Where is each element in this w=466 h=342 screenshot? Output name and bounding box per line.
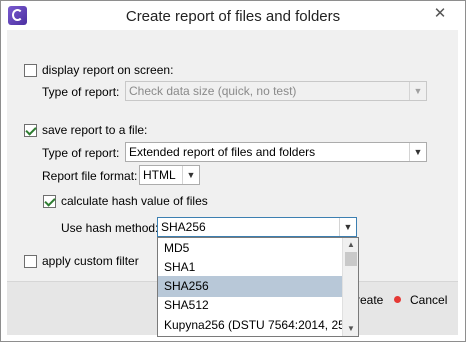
dropdown-option-sha1[interactable]: SHA1 (158, 257, 342, 278)
screen-report-type-select: Check data size (quick, no test) ▼ (125, 81, 427, 101)
custom-filter-option[interactable]: apply custom filter (24, 254, 139, 268)
dialog-title: Create report of files and folders (125, 8, 341, 25)
display-on-screen-checkbox[interactable] (24, 63, 37, 77)
file-format-label: Report file format: (42, 169, 138, 183)
scroll-down-icon[interactable]: ▼ (343, 322, 358, 336)
calculate-hash-option[interactable]: calculate hash value of files (43, 194, 208, 208)
calculate-hash-checkbox[interactable] (43, 194, 56, 208)
calculate-hash-label: calculate hash value of files (61, 194, 208, 208)
custom-filter-checkbox[interactable] (24, 254, 37, 268)
title-bar: Create report of files and folders ✕ (1, 1, 465, 31)
chevron-down-icon[interactable]: ▼ (339, 218, 356, 236)
display-on-screen-option[interactable]: display report on screen: (24, 63, 173, 77)
save-to-file-label: save report to a file: (42, 123, 148, 137)
display-on-screen-label: display report on screen: (42, 63, 174, 77)
screen-report-type-value: Check data size (quick, no test) (129, 84, 297, 98)
red-dot-icon (394, 296, 401, 303)
hash-method-value: SHA256 (161, 220, 206, 234)
dropdown-option-sha512[interactable]: SHA512 (158, 295, 342, 316)
scroll-thumb[interactable] (345, 252, 357, 266)
hash-method-select[interactable]: SHA256 ▼ (157, 217, 357, 237)
chevron-down-icon[interactable]: ▼ (409, 143, 426, 161)
cancel-button[interactable]: Cancel (410, 293, 447, 307)
scroll-up-icon[interactable]: ▲ (343, 238, 358, 252)
custom-filter-label: apply custom filter (42, 254, 139, 268)
file-report-type-value: Extended report of files and folders (129, 145, 316, 159)
create-button[interactable]: reate (356, 293, 383, 307)
screen-report-type-label: Type of report: (42, 85, 120, 99)
save-to-file-option[interactable]: save report to a file: (24, 123, 147, 137)
file-format-select[interactable]: HTML ▼ (139, 165, 200, 185)
dropdown-option-kupyna256[interactable]: Kupyna256 (DSTU 7564:2014, 25... (158, 315, 342, 336)
dropdown-option-sha256[interactable]: SHA256 (158, 276, 342, 297)
hash-method-label: Use hash method: (61, 221, 159, 235)
chevron-down-icon[interactable]: ▼ (182, 166, 199, 184)
dropdown-option-md5[interactable]: MD5 (158, 238, 342, 259)
chevron-down-icon: ▼ (409, 82, 426, 100)
file-format-value: HTML (143, 168, 176, 182)
dropdown-scrollbar[interactable]: ▲ ▼ (342, 238, 358, 336)
save-to-file-checkbox[interactable] (24, 123, 37, 137)
hash-method-dropdown[interactable]: MD5 SHA1 SHA256 SHA512 Kupyna256 (DSTU 7… (157, 237, 359, 337)
close-button[interactable]: ✕ (427, 5, 453, 23)
file-report-type-select[interactable]: Extended report of files and folders ▼ (125, 142, 427, 162)
file-report-type-label: Type of report: (42, 146, 120, 160)
